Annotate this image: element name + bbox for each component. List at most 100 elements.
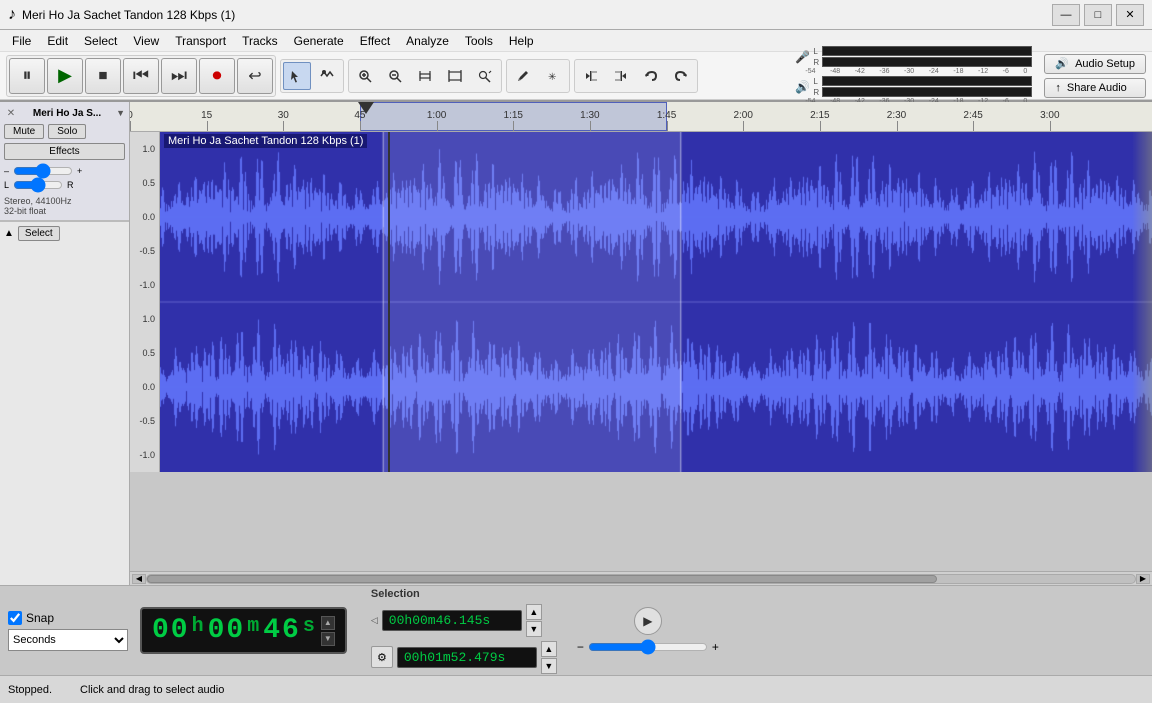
- sel-settings-button[interactable]: ⚙: [371, 646, 393, 668]
- scroll-right-arrow[interactable]: ▶: [1136, 574, 1150, 584]
- sel-start-down[interactable]: ▼: [526, 621, 542, 637]
- playhead: [388, 132, 390, 472]
- menu-view[interactable]: View: [125, 32, 167, 50]
- track-close-button[interactable]: ✕: [4, 106, 18, 120]
- menu-effect[interactable]: Effect: [352, 32, 398, 50]
- rewind-button[interactable]: ⏮: [123, 58, 159, 94]
- selection-end-display: 00h01m52.479s: [397, 647, 537, 668]
- time-up-button[interactable]: ▲: [321, 616, 335, 630]
- sel-start-up[interactable]: ▲: [526, 604, 542, 620]
- toolbar-region: ⏸ ▶ ⏹ ⏮ ⏭ ⏺ ↩: [0, 52, 1152, 102]
- menu-generate[interactable]: Generate: [286, 32, 352, 50]
- maximize-button[interactable]: □: [1084, 4, 1112, 26]
- fit-project-button[interactable]: [441, 62, 469, 90]
- pause-button[interactable]: ⏸: [9, 58, 45, 94]
- title-bar-left: ♪ Meri Ho Ja Sachet Tandon 128 Kbps (1): [8, 6, 235, 24]
- gain-slider[interactable]: [13, 164, 73, 178]
- status-hint: Click and drag to select audio: [80, 684, 224, 696]
- ruler-tick-2:15: [820, 121, 821, 131]
- record-L-bar: [822, 46, 1032, 56]
- playback-play-button[interactable]: ▶: [634, 607, 662, 635]
- time-down-button[interactable]: ▼: [321, 632, 335, 646]
- collapse-button[interactable]: ▲: [4, 228, 14, 239]
- waveform-wrapper: 1.0 0.5 0.0 -0.5 -1.0 1.0 0.5 0.0 -0.5 -…: [130, 132, 1152, 472]
- horizontal-scrollbar[interactable]: ◀ ▶: [130, 571, 1152, 585]
- menu-tracks[interactable]: Tracks: [234, 32, 286, 50]
- zoom-toggle-button[interactable]: [471, 62, 499, 90]
- redo-button[interactable]: [667, 62, 695, 90]
- play-button[interactable]: ▶: [47, 58, 83, 94]
- toolbar: ⏸ ▶ ⏹ ⏮ ⏭ ⏺ ↩: [0, 52, 1152, 100]
- track-waveform-bg[interactable]: Meri Ho Ja Sachet Tandon 128 Kbps (1): [160, 132, 1152, 472]
- ruler[interactable]: 01530451:001:151:301:452:002:152:302:453…: [130, 102, 1152, 132]
- menu-select[interactable]: Select: [76, 32, 125, 50]
- effects-button[interactable]: Effects: [4, 143, 125, 160]
- selection-tool-button[interactable]: [283, 62, 311, 90]
- menu-transport[interactable]: Transport: [167, 32, 234, 50]
- sel-start-spinners: ▲ ▼: [526, 604, 542, 637]
- minimize-button[interactable]: —: [1052, 4, 1080, 26]
- record-scale: -54-48-42-36-30-24-18-12-60: [805, 68, 1027, 75]
- sel-end-up[interactable]: ▲: [541, 641, 557, 657]
- tracks-container[interactable]: 1.0 0.5 0.0 -0.5 -1.0 1.0 0.5 0.0 -0.5 -…: [130, 132, 1152, 571]
- share-audio-button[interactable]: ↑ Share Audio: [1044, 78, 1146, 98]
- app-icon: ♪: [8, 6, 16, 24]
- scroll-track[interactable]: [146, 574, 1136, 584]
- zoom-out-button[interactable]: [381, 62, 409, 90]
- track-header: ✕ Meri Ho Ja S... ▼ Mute Solo Effects – …: [0, 102, 129, 221]
- fastforward-button[interactable]: ⏭: [161, 58, 197, 94]
- time-display: 00 h 00 m 46 s ▲ ▼: [140, 607, 347, 654]
- trim-left-button[interactable]: [577, 62, 605, 90]
- stop-button[interactable]: ⏹: [85, 58, 121, 94]
- snap-checkbox[interactable]: [8, 611, 22, 625]
- y-label-0.0-bot: 0.0: [142, 382, 155, 392]
- ruler-label-30: 30: [278, 110, 289, 121]
- mute-button[interactable]: Mute: [4, 124, 44, 139]
- multi-tool-button[interactable]: ✳: [539, 62, 567, 90]
- track-dropdown-icon[interactable]: ▼: [116, 108, 125, 118]
- solo-button[interactable]: Solo: [48, 124, 86, 139]
- record-meter-row: 🎤 L R: [795, 46, 1032, 67]
- pan-slider[interactable]: [13, 178, 63, 192]
- close-button[interactable]: ✕: [1116, 4, 1144, 26]
- snap-row: Snap: [8, 611, 128, 625]
- track-waveform-title: Meri Ho Ja Sachet Tandon 128 Kbps (1): [164, 134, 367, 148]
- play-R-label: R: [813, 88, 821, 97]
- record-LR-labels: L: [813, 46, 1032, 56]
- menu-analyze[interactable]: Analyze: [398, 32, 457, 50]
- record-R-bar: [822, 57, 1032, 67]
- record-button[interactable]: ⏺: [199, 58, 235, 94]
- menu-help[interactable]: Help: [501, 32, 542, 50]
- sel-start-icon: ◁: [371, 615, 378, 626]
- trim-right-button[interactable]: [607, 62, 635, 90]
- ruler-tick-30: [283, 121, 284, 131]
- loop-button[interactable]: ↩: [237, 58, 273, 94]
- speed-slider[interactable]: [588, 639, 708, 655]
- gain-minus-label: –: [4, 166, 9, 176]
- right-fade-handle[interactable]: [1132, 132, 1152, 472]
- zoom-in-button[interactable]: [351, 62, 379, 90]
- ruler-tick-1:30: [590, 121, 591, 131]
- menu-tools[interactable]: Tools: [457, 32, 501, 50]
- scroll-left-arrow[interactable]: ◀: [132, 574, 146, 584]
- waveform-canvas[interactable]: [160, 132, 1152, 472]
- audio-setup-button[interactable]: 🔊 Audio Setup: [1044, 54, 1146, 74]
- ruler-tick-15: [207, 121, 208, 131]
- draw-tool-button[interactable]: [509, 62, 537, 90]
- status-bar: Stopped. Click and drag to select audio: [0, 675, 1152, 703]
- track-bit-depth: 32-bit float: [4, 206, 125, 216]
- time-seconds: 46: [263, 615, 301, 646]
- menu-file[interactable]: File: [4, 32, 39, 50]
- select-row: ▲ Select: [0, 221, 129, 245]
- envelope-tool-button[interactable]: [313, 62, 341, 90]
- speed-min-label: −: [577, 640, 584, 654]
- select-button[interactable]: Select: [18, 226, 60, 241]
- playback-meter-row: 🔊 L R: [795, 76, 1032, 97]
- menu-edit[interactable]: Edit: [39, 32, 76, 50]
- undo-button[interactable]: [637, 62, 665, 90]
- fit-selection-button[interactable]: [411, 62, 439, 90]
- sel-end-down[interactable]: ▼: [541, 658, 557, 674]
- ruler-tick-2:45: [973, 121, 974, 131]
- snap-dropdown[interactable]: Seconds Milliseconds Beats Measures Off: [8, 629, 128, 651]
- scroll-thumb[interactable]: [147, 575, 937, 583]
